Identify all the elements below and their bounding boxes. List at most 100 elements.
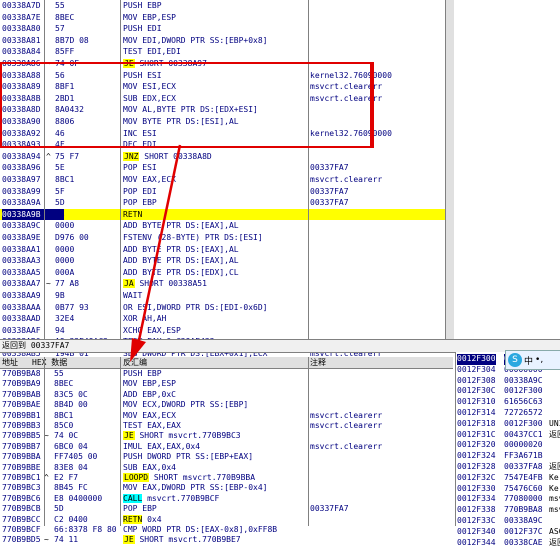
- row-instruction: XCHG EAX,ESP: [123, 325, 181, 335]
- stack-row[interactable]: 0012F314 72726572: [456, 408, 560, 419]
- disasm-row[interactable]: 00338A92 46 INC ESI kernel32.76090000: [0, 128, 445, 140]
- stack-row[interactable]: 0012F310 61656C63: [456, 397, 560, 408]
- disasm-row[interactable]: 00338A96 5E POP ESI 00337FA7: [0, 162, 445, 174]
- disasm-row[interactable]: 00338A99 5F POP EDI 00337FA7: [0, 186, 445, 198]
- stack-row[interactable]: 0012F334 77080000 msv: [456, 494, 560, 505]
- disasm-row[interactable]: 00338A94 ^ 75 F7 JNZ SHORT 00338A8D: [0, 151, 445, 163]
- lower-disasm-row[interactable]: 770B9BBA FF7405 00 PUSH DWORD PTR SS:[EBP+…: [0, 452, 453, 462]
- row-instruction: ADD BYTE PTR DS:[EAX],AL: [123, 221, 239, 231]
- column-separator[interactable]: [308, 0, 309, 339]
- lower-disasm-row[interactable]: 770B9BC1 ^ E2 F7 LOOPD SHORT msvcrt.770B9BB…: [0, 473, 453, 483]
- stack-row[interactable]: 0012F32C 7547E4FB Ker: [456, 473, 560, 484]
- disasm-row[interactable]: 00338A9A 5D POP EBP 00337FA7: [0, 197, 445, 209]
- ime-mode-label: 中: [524, 356, 534, 367]
- lower-disasm-row[interactable]: 770B9BCC C2 0400 RETN 0x4: [0, 514, 453, 525]
- disasm-row[interactable]: 00338A97 8BC1 MOV EAX,ECX msvcrt.clearerr: [0, 174, 445, 186]
- disasm-row[interactable]: 00338A80 57 PUSH EDI: [0, 23, 445, 35]
- disasm-row[interactable]: 00338A86 ~74 0F JE SHORT 00338A97: [0, 58, 445, 70]
- disasm-row[interactable]: 00338AAF 94 XCHG EAX,ESP: [0, 325, 445, 337]
- lower-disasm-row[interactable]: 770B9BAE 8B4D 00 MOV ECX,DWORD PTR SS:[EBP…: [0, 400, 453, 410]
- lower-disasm-row[interactable]: 770B9BC6 E8 0400000 CALL msvcrt.770B9BCF: [0, 493, 453, 504]
- disasm-row[interactable]: 00338A84 85FF TEST EDI,EDI: [0, 46, 445, 58]
- header-comment[interactable]: 注释: [310, 357, 326, 368]
- lower-disasm-row[interactable]: 770B9BCB 5D POP EBP 00337FA7: [0, 504, 453, 514]
- row-instruction: TEST EDI,EDI: [123, 47, 181, 57]
- row-instruction: MOV EBP,ESP: [123, 379, 176, 389]
- stack-value: 00437CC1: [504, 429, 543, 439]
- disasm-row[interactable]: 00338A88 56 PUSH ESI kernel32.76090000: [0, 70, 445, 82]
- row-instruction: MOV EAX,DWORD PTR SS:[EBP-0x4]: [123, 483, 268, 493]
- disasm-row[interactable]: 00338A9C 0000 ADD BYTE PTR DS:[EAX],AL: [0, 220, 445, 232]
- disasm-row[interactable]: 00338AA1 0000 ADD BYTE PTR DS:[EAX],AL: [0, 244, 445, 256]
- row-instruction: JA SHORT 00338A51: [123, 279, 207, 289]
- stack-row[interactable]: 0012F33C 00338A9C: [456, 516, 560, 527]
- header-address[interactable]: 地址: [2, 357, 18, 368]
- disasm-row[interactable]: 00338AAD 32E4 XOR AH,AH: [0, 313, 445, 325]
- row-address: 770B9BCB: [2, 504, 41, 514]
- column-separator[interactable]: [120, 0, 121, 339]
- disasm-row[interactable]: 00338A8D 8A0432 MOV AL,BYTE PTR DS:[EDX+ES…: [0, 104, 445, 116]
- header-hex-data[interactable]: HEX 数据: [32, 357, 67, 368]
- stack-row[interactable]: 0012F320 00000020: [456, 440, 560, 451]
- stack-row[interactable]: 0012F338 770B9BA8 msv: [456, 505, 560, 516]
- row-hex: 46: [55, 128, 65, 138]
- ime-indicator[interactable]: S 中 •,: [505, 350, 560, 370]
- lower-disasm-row[interactable]: 770B9BCF 66:8378 F8 80 CMP WORD PTR DS:[EA…: [0, 525, 453, 535]
- row-comment: msvcrt.clearerr: [310, 93, 383, 103]
- header-disassembly[interactable]: 反汇编: [123, 357, 147, 368]
- column-separator[interactable]: [44, 357, 45, 526]
- row-hex: 8BF1: [55, 82, 75, 92]
- stack-row[interactable]: 0012F324 FF3A671B: [456, 451, 560, 462]
- column-separator[interactable]: [120, 357, 121, 526]
- disasm-row[interactable]: 00338A9B C3 RETN: [0, 208, 445, 221]
- disasm-row[interactable]: 00338A9E D976 00 FSTENV (28-BYTE) PTR DS:[…: [0, 232, 445, 244]
- row-address: 770B9BAB: [2, 389, 41, 399]
- disasm-row[interactable]: 00338A89 8BF1 MOV ESI,ECX msvcrt.clearerr: [0, 81, 445, 93]
- vertical-scrollbar[interactable]: [445, 0, 454, 339]
- stack-row[interactable]: 0012F31C 00437CC1 返回: [456, 430, 560, 441]
- row-instruction: POP EBP: [123, 198, 157, 208]
- row-address: 770B9BC6: [2, 493, 41, 503]
- disasm-row[interactable]: 00338AA7 ~77 A8 JA SHORT 00338A51: [0, 278, 445, 290]
- row-hex: 6BC0 04: [54, 441, 88, 451]
- disasm-row[interactable]: 00338AA5 000A ADD BYTE PTR DS:[EDX],CL: [0, 267, 445, 279]
- lower-disasm-row[interactable]: 770B9BB5 ~74 0C JE SHORT msvcrt.770B9BC3: [0, 431, 453, 441]
- lower-disasm-row[interactable]: 770B9BA8 55 PUSH EBP: [0, 369, 453, 379]
- row-hex: 74 11: [54, 535, 79, 545]
- disasm-row[interactable]: 00338A7E 8BEC MOV EBP,ESP: [0, 12, 445, 24]
- lower-disasm-row[interactable]: 770B9BB3 85C0 TEST EAX,EAX msvcrt.clearerr: [0, 421, 453, 431]
- disasm-row[interactable]: 00338A8B 2BD1 SUB EDX,ECX msvcrt.clearerr: [0, 93, 445, 105]
- lower-disasm-row[interactable]: 770B9BAB 83C5 0C ADD EBP,0xC: [0, 390, 453, 400]
- disasm-row[interactable]: 00338A81 8B7D 08 MOV EDI,DWORD PTR SS:[EBP…: [0, 35, 445, 47]
- disasm-row[interactable]: 00338A93 4F DEC EDI: [0, 139, 445, 151]
- lower-disasm-row[interactable]: 770B9BC3 8B45 FC MOV EAX,DWORD PTR SS:[EBP…: [0, 483, 453, 493]
- lower-disasm-row[interactable]: 770B9BBE 83E8 04 SUB EAX,0x4: [0, 463, 453, 473]
- cpu-disassembly-pane[interactable]: 00338A7D 55 PUSH EBP 00338A7E 8BEC MOV EBP,ES…: [0, 0, 560, 428]
- lower-disasm-row[interactable]: 770B9BB1 8BC1 MOV EAX,ECX msvcrt.clearerr: [0, 411, 453, 421]
- stack-row[interactable]: 0012F340 0012F37C ASC: [456, 527, 560, 538]
- stack-row[interactable]: 0012F328 00337FA8 返回: [456, 462, 560, 473]
- row-comment: 00337FA7: [310, 163, 349, 173]
- row-instruction: SUB EAX,0x4: [123, 462, 176, 472]
- lower-disasm-row[interactable]: 770B9BA9 8BEC MOV EBP,ESP: [0, 379, 453, 389]
- column-separator[interactable]: [44, 0, 45, 339]
- row-address: 770B9BCF: [2, 525, 41, 534]
- row-instruction: POP EBP: [123, 504, 157, 514]
- disasm-row[interactable]: 00338AA3 0000 ADD BYTE PTR DS:[EAX],AL: [0, 255, 445, 267]
- lower-disasm-row[interactable]: 770B9BB7 6BC0 04 IMUL EAX,EAX,0x4 msvcrt.cl…: [0, 442, 453, 452]
- stack-row[interactable]: 0012F30C 0012F300: [456, 386, 560, 397]
- lower-disassembly-pane[interactable]: 地址 HEX 数据 反汇编 注释 770B9BA8 55 PUSH EBP 770B9…: [0, 357, 453, 545]
- stack-row[interactable]: 0012F308 00338A9C: [456, 376, 560, 387]
- stack-row[interactable]: 0012F344 00338CAE 返回: [456, 538, 560, 548]
- stack-pane[interactable]: 0012F30000337FA70012F304000000000012F308…: [455, 352, 560, 547]
- disasm-row[interactable]: 00338AA9 9B WAIT: [0, 290, 445, 302]
- stack-row[interactable]: 0012F318 0012F300 UNI: [456, 419, 560, 430]
- row-instruction: PUSH EBP: [123, 1, 162, 10]
- disasm-row[interactable]: 00338AAA 0B77 93 OR ESI,DWORD PTR DS:[EDI-…: [0, 302, 445, 314]
- column-separator[interactable]: [308, 357, 309, 526]
- stack-row[interactable]: 0012F330 75476C60 Ker: [456, 484, 560, 495]
- stack-value: 0012F300: [504, 418, 543, 428]
- lower-disasm-row[interactable]: 770B9BD5 ~74 11 JE SHORT msvcrt.770B9BE7: [0, 535, 453, 545]
- disasm-row[interactable]: 00338A90 8806 MOV BYTE PTR DS:[ESI],AL: [0, 116, 445, 128]
- disasm-row[interactable]: 00338A7D 55 PUSH EBP: [0, 0, 445, 12]
